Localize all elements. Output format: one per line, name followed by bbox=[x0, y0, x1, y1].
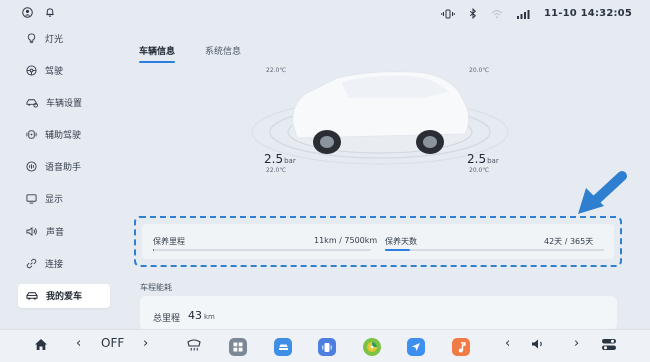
front-right-temp: 20.0℃ bbox=[469, 67, 490, 74]
arrow-pointer-icon bbox=[574, 170, 628, 218]
toggle-settings-icon[interactable] bbox=[601, 338, 617, 351]
tab-system-info[interactable]: 系统信息 bbox=[205, 44, 241, 57]
energy-section-title: 车程能耗 bbox=[140, 283, 172, 292]
bulb-icon bbox=[26, 32, 37, 44]
rear-right-pressure-unit: bar bbox=[487, 157, 499, 165]
tab-vehicle-info[interactable]: 车辆信息 bbox=[139, 44, 176, 63]
phone-app-icon[interactable] bbox=[318, 338, 336, 356]
display-icon bbox=[26, 193, 37, 204]
nav-app-icon[interactable] bbox=[407, 338, 425, 356]
chevron-right-icon[interactable]: › bbox=[143, 336, 148, 351]
sidebar-item-connection[interactable]: 连接 bbox=[18, 251, 110, 275]
volume-up-chevron-icon[interactable]: › bbox=[574, 336, 579, 351]
status-datetime: 11-10 14:32:05 bbox=[543, 8, 632, 19]
profile-icon[interactable] bbox=[22, 7, 33, 18]
defrost-icon[interactable] bbox=[186, 338, 202, 352]
sidebar-item-display[interactable]: 显示 bbox=[18, 187, 110, 211]
sidebar-item-label: 连接 bbox=[45, 259, 64, 270]
voice-icon bbox=[26, 161, 37, 172]
maintenance-days-bar bbox=[385, 249, 604, 251]
bluetooth-icon bbox=[469, 8, 477, 19]
odometer-reading: 43 km bbox=[188, 309, 215, 322]
speaker-icon bbox=[26, 226, 38, 237]
sidebar-item-label: 语音助手 bbox=[45, 163, 82, 174]
chevron-left-icon[interactable]: ‹ bbox=[76, 336, 81, 351]
odometer-unit: km bbox=[204, 313, 215, 321]
sidebar-item-label: 显示 bbox=[45, 195, 64, 206]
rear-right-pressure-value: 2.5 bbox=[467, 152, 487, 166]
assist-icon bbox=[26, 129, 37, 140]
odometer-label: 总里程 bbox=[153, 314, 181, 324]
sidebar-item-label: 驾驶 bbox=[45, 66, 64, 77]
signal-icon bbox=[516, 9, 530, 19]
wifi-icon bbox=[491, 9, 503, 19]
volume-down-chevron-icon[interactable]: ‹ bbox=[505, 336, 510, 351]
music-app-icon[interactable] bbox=[452, 338, 470, 356]
sidebar-item-voice-assistant[interactable]: 语音助手 bbox=[18, 155, 110, 179]
dock: ‹ OFF › ‹ › bbox=[0, 329, 650, 362]
home-icon[interactable] bbox=[34, 338, 48, 351]
bell-icon[interactable] bbox=[45, 7, 55, 18]
sidebar-item-label: 我的爱车 bbox=[46, 292, 83, 302]
rear-right-temp: 20.0℃ bbox=[469, 167, 490, 174]
rear-left-pressure-value: 2.5 bbox=[264, 152, 284, 166]
sidebar-item-lights[interactable]: 灯光 bbox=[18, 26, 110, 50]
sidebar-item-vehicle-settings[interactable]: 车辆设置 bbox=[18, 90, 110, 114]
maintenance-days-progress bbox=[385, 249, 411, 251]
car-settings-icon bbox=[26, 97, 38, 108]
vibrate-icon bbox=[441, 9, 455, 19]
car-icon bbox=[26, 290, 38, 301]
apps-icon[interactable] bbox=[229, 338, 247, 356]
sidebar-item-driving[interactable]: 驾驶 bbox=[18, 58, 110, 82]
rear-left-pressure: 2.5bar bbox=[264, 152, 296, 166]
sidebar-item-label: 灯光 bbox=[45, 34, 64, 45]
tab-bar: 车辆信息 系统信息 bbox=[139, 44, 241, 63]
rear-left-pressure-unit: bar bbox=[284, 157, 296, 165]
sidebar-item-my-car[interactable]: 我的爱车 bbox=[18, 283, 110, 308]
maintenance-mileage-label: 保养里程 bbox=[153, 237, 185, 246]
climate-status[interactable]: OFF bbox=[101, 336, 124, 350]
odometer-value: 43 bbox=[188, 309, 202, 322]
sidebar: 灯光 驾驶 车辆设置 辅助驾驶 语音助手 显示 声音 连接 我的爱车 bbox=[18, 26, 110, 316]
sidebar-item-label: 辅助驾驶 bbox=[45, 131, 82, 142]
steering-icon bbox=[26, 65, 37, 76]
maintenance-days-value: 42天 / 365天 bbox=[544, 237, 594, 246]
maintenance-days-label: 保养天数 bbox=[385, 237, 417, 246]
rear-right-pressure: 2.5bar bbox=[467, 152, 499, 166]
car-app-icon[interactable] bbox=[274, 338, 292, 356]
link-icon bbox=[26, 258, 37, 269]
maintenance-mileage-bar bbox=[153, 249, 371, 251]
front-left-temp: 22.0℃ bbox=[266, 67, 287, 74]
rear-left-temp: 22.0℃ bbox=[266, 167, 287, 174]
maps-app-icon[interactable] bbox=[363, 338, 381, 356]
sidebar-item-label: 车辆设置 bbox=[46, 98, 83, 109]
maintenance-mileage-value: 11km / 7500km bbox=[314, 236, 378, 245]
sidebar-item-label: 声音 bbox=[46, 227, 65, 238]
volume-icon[interactable] bbox=[531, 338, 546, 350]
sidebar-item-sound[interactable]: 声音 bbox=[18, 219, 110, 243]
sidebar-item-assisted-driving[interactable]: 辅助驾驶 bbox=[18, 123, 110, 147]
